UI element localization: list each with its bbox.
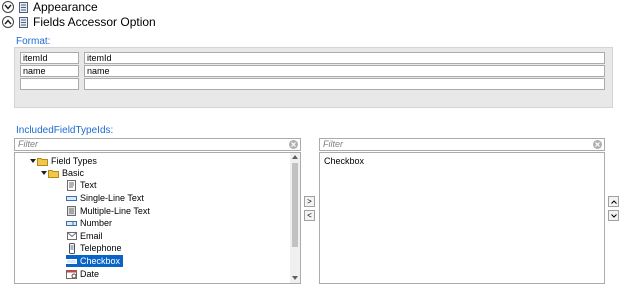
move-up-button[interactable] [608,196,619,207]
tree-label: Checkbox [80,256,121,266]
scrollbar-thumb[interactable] [292,163,298,247]
format-value-field[interactable]: itemId [84,52,605,64]
scroll-up-arrow-icon[interactable] [290,153,300,161]
filter-placeholder: Filter [323,139,343,149]
folder-icon [48,168,59,179]
single-line-text-icon [66,193,77,204]
tree-node-checkbox[interactable]: Checkbox [66,255,124,267]
list-item[interactable]: Checkbox [324,155,364,167]
expand-arrow-icon[interactable] [29,159,37,163]
section-appearance[interactable]: Appearance [2,0,98,14]
tree-node-email[interactable]: Email [66,230,103,242]
chevron-up-icon[interactable] [2,16,14,28]
tree-label: Number [80,218,113,228]
tree-node-single-line-text[interactable]: Single-Line Text [66,192,144,204]
format-key-field[interactable]: itemId [20,52,79,64]
tree-scrollbar[interactable] [290,153,300,283]
included-field-type-ids-label: IncludedFieldTypeIds: [16,125,114,136]
checkbox-icon [66,256,77,267]
filter-placeholder: Filter [18,139,38,149]
caret-up-icon [610,199,617,204]
format-value-field[interactable] [84,78,605,90]
telephone-icon [66,242,77,254]
add-button[interactable]: > [304,196,315,207]
format-label: Format: [16,36,51,47]
chevron-down-icon[interactable] [2,1,14,13]
clear-filter-icon[interactable] [289,140,298,149]
tree-node-field-types[interactable]: Field Types [29,155,97,167]
section-title: Fields Accessor Option [33,15,156,29]
tree-label: Field Types [51,156,97,166]
tree-label: Date [80,269,100,279]
format-key-field[interactable]: name [20,65,79,77]
clear-filter-icon[interactable] [593,140,602,149]
property-sheet-icon [18,16,28,28]
available-field-types-tree[interactable]: Field Types Basic Text Single-Line Text … [14,152,301,284]
text-field-icon [66,179,77,191]
remove-button[interactable]: < [304,210,315,221]
caret-down-icon [610,213,617,218]
number-icon [66,218,77,229]
tree-node-number[interactable]: Number [66,217,112,229]
selected-field-types-list[interactable]: Checkbox [319,152,605,284]
email-icon [66,231,77,242]
tree-label: Multiple-Line Text [80,206,150,216]
date-icon [66,269,77,280]
expand-arrow-icon[interactable] [40,171,48,175]
format-key-field[interactable] [20,78,79,90]
folder-icon [37,156,48,167]
tree-label: Single-Line Text [80,193,144,203]
multi-line-text-icon [66,206,77,217]
tree-node-basic[interactable]: Basic [40,167,84,179]
tree-label: Email [80,231,103,241]
available-filter-input[interactable]: Filter [14,138,301,151]
section-title: Appearance [33,0,98,14]
tree-node-text[interactable]: Text [66,179,97,191]
selected-filter-input[interactable]: Filter [319,138,605,151]
move-down-button[interactable] [608,210,619,221]
tree-label: Basic [62,168,85,178]
section-fields-accessor-option[interactable]: Fields Accessor Option [2,15,156,29]
tree-label: Telephone [80,243,122,253]
format-value-field[interactable]: name [84,65,605,77]
tree-node-telephone[interactable]: Telephone [66,242,122,254]
scroll-down-arrow-icon[interactable] [290,274,300,282]
tree-label: Text [80,180,97,190]
tree-node-date[interactable]: Date [66,268,99,280]
tree-node-multiple-line-text[interactable]: Multiple-Line Text [66,205,150,217]
property-sheet-icon [18,1,28,13]
